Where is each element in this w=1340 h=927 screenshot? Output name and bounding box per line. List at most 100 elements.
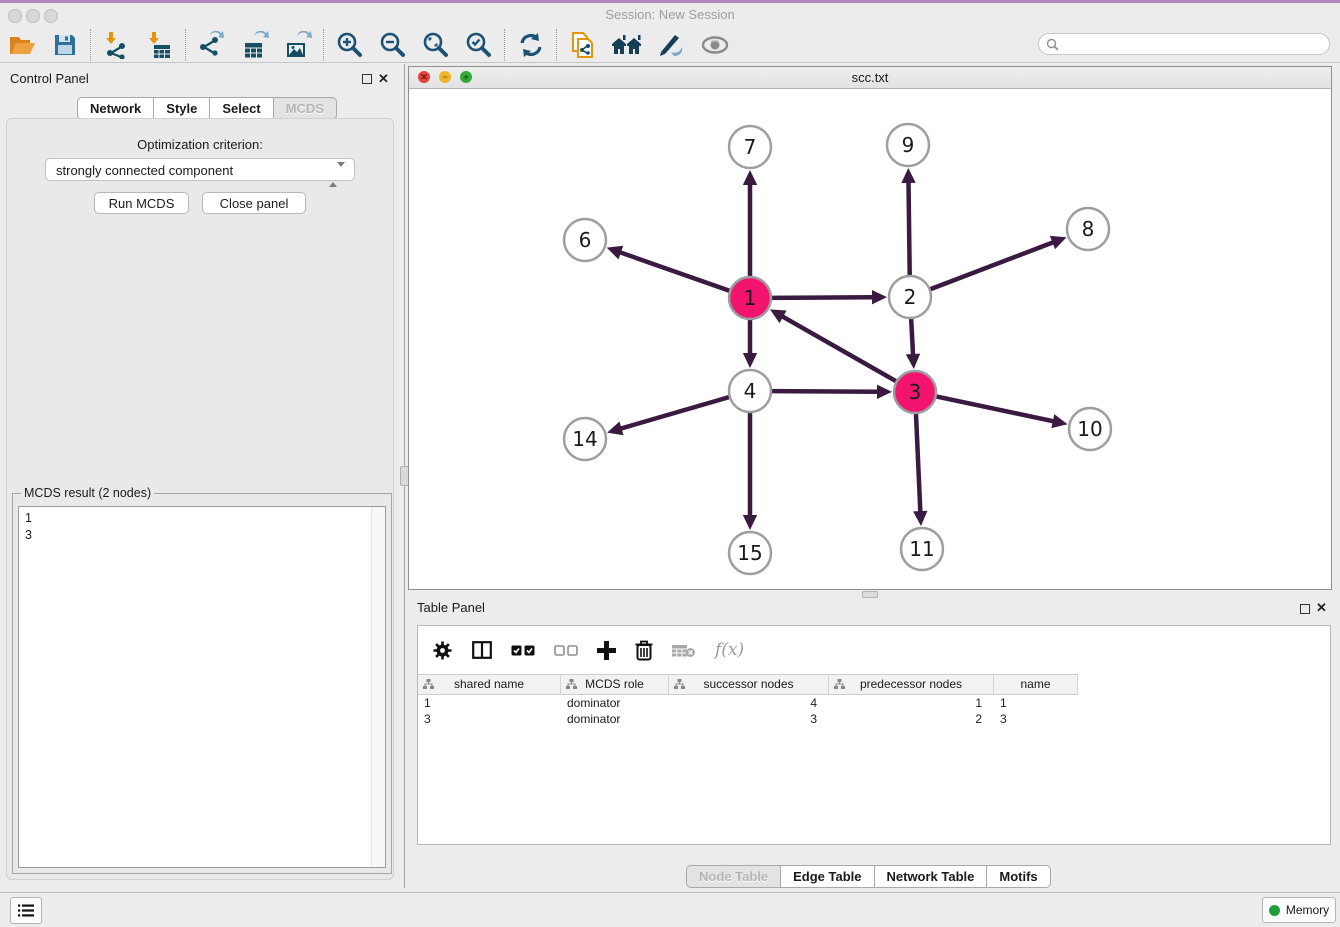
cell-predecessor-nodes[interactable]: 2 — [829, 711, 994, 727]
graph-node-11[interactable]: 11 — [901, 528, 943, 570]
network-frame-titlebar[interactable]: ✕ − + scc.txt — [409, 67, 1331, 89]
delete-table-button[interactable] — [672, 643, 696, 658]
frame-maximize-button[interactable]: + — [460, 71, 472, 83]
open-folder-button[interactable] — [5, 30, 39, 60]
memory-button[interactable]: Memory — [1262, 897, 1336, 923]
graph-edge-3-10[interactable] — [936, 396, 1068, 428]
graph-edge-3-1[interactable] — [770, 309, 897, 381]
graph-edge-2-3[interactable] — [906, 318, 920, 369]
tab-network[interactable]: Network — [77, 97, 154, 120]
control-panel-float-button[interactable] — [362, 74, 372, 84]
tab-mcds[interactable]: MCDS — [274, 97, 337, 120]
graph-edge-1-4[interactable] — [743, 319, 757, 368]
cell-shared-name[interactable]: 3 — [418, 711, 561, 727]
table-row[interactable]: 1dominator411 — [418, 695, 1078, 711]
save-button[interactable] — [48, 30, 82, 60]
houses-icon — [611, 32, 643, 58]
import-table-button[interactable] — [143, 30, 177, 60]
zoom-selected-button[interactable] — [462, 30, 496, 60]
task-history-button[interactable] — [10, 897, 42, 924]
window-minimize-button[interactable] — [26, 9, 40, 23]
graph-edge-4-3[interactable] — [771, 385, 892, 399]
graph-node-2[interactable]: 2 — [889, 276, 931, 318]
memory-status-icon — [1269, 905, 1280, 916]
zoom-out-button[interactable] — [376, 30, 410, 60]
graph-node-14[interactable]: 14 — [564, 418, 606, 460]
table-panel-close-button[interactable]: ✕ — [1316, 602, 1327, 614]
tab-style[interactable]: Style — [154, 97, 210, 120]
zoom-in-button[interactable] — [333, 30, 367, 60]
refresh-button[interactable] — [514, 30, 548, 60]
result-scrollbar[interactable] — [371, 507, 385, 867]
graph-edge-3-11[interactable] — [913, 413, 927, 526]
graph-node-8[interactable]: 8 — [1067, 208, 1109, 250]
cell-successor-nodes[interactable]: 4 — [669, 695, 829, 711]
eye-button[interactable] — [698, 30, 732, 60]
select-all-button[interactable] — [511, 645, 535, 656]
graph-node-7[interactable]: 7 — [729, 126, 771, 168]
graph-node-9[interactable]: 9 — [887, 124, 929, 166]
table-row[interactable]: 3dominator323 — [418, 711, 1078, 727]
zoom-fit-button[interactable] — [419, 30, 453, 60]
frame-minimize-button[interactable]: − — [439, 71, 451, 83]
mcds-result-area[interactable]: 1 3 — [18, 506, 386, 868]
split-view-button[interactable] — [472, 641, 492, 659]
graph-edge-4-14[interactable] — [607, 397, 730, 435]
function-button[interactable]: f(x) — [715, 640, 744, 660]
export-image-button[interactable] — [281, 30, 315, 60]
cell-shared-name[interactable]: 1 — [418, 695, 561, 711]
graph-edge-1-2[interactable] — [771, 290, 887, 304]
criterion-select[interactable]: strongly connected component — [45, 158, 355, 181]
graph-edge-2-8[interactable] — [930, 236, 1067, 290]
tab-edge-table[interactable]: Edge Table — [781, 865, 874, 888]
cell-name[interactable]: 3 — [994, 711, 1078, 727]
tab-motifs[interactable]: Motifs — [987, 865, 1050, 888]
control-panel-close-button[interactable]: ✕ — [378, 73, 389, 85]
network-graph[interactable]: 7 9 6 8 1 2 4 3 14 10 15 11 — [409, 89, 1331, 590]
add-button[interactable] — [597, 641, 616, 660]
graph-node-10[interactable]: 10 — [1069, 408, 1111, 450]
close-panel-button[interactable]: Close panel — [202, 192, 306, 214]
tab-select[interactable]: Select — [210, 97, 273, 120]
graph-node-1[interactable]: 1 — [729, 277, 771, 319]
trash-button[interactable] — [635, 640, 653, 661]
select-stepper-icon — [329, 163, 345, 186]
tab-network-table[interactable]: Network Table — [875, 865, 988, 888]
column-header-successor-nodes[interactable]: successor nodes — [669, 675, 829, 694]
export-network-button[interactable] — [195, 30, 229, 60]
copy-network-button[interactable] — [566, 30, 600, 60]
cell-predecessor-nodes[interactable]: 1 — [829, 695, 994, 711]
tab-node-table[interactable]: Node Table — [686, 865, 781, 888]
svg-text:14: 14 — [572, 427, 597, 451]
svg-text:11: 11 — [909, 537, 934, 561]
cell-name[interactable]: 1 — [994, 695, 1078, 711]
column-header-shared-name[interactable]: shared name — [418, 675, 561, 694]
graph-edge-2-9[interactable] — [901, 168, 915, 276]
graph-node-4[interactable]: 4 — [729, 370, 771, 412]
horizontal-split-grip[interactable] — [862, 591, 878, 598]
graph-edge-1-7[interactable] — [743, 170, 757, 277]
paintbrush-button[interactable] — [654, 30, 688, 60]
window-close-button[interactable] — [8, 9, 22, 23]
window-zoom-button[interactable] — [44, 9, 58, 23]
graph-node-6[interactable]: 6 — [564, 219, 606, 261]
cell-mcds-role[interactable]: dominator — [561, 711, 669, 727]
graph-edge-4-15[interactable] — [743, 412, 757, 530]
run-mcds-button[interactable]: Run MCDS — [94, 192, 189, 214]
frame-close-button[interactable]: ✕ — [418, 71, 430, 83]
graph-node-15[interactable]: 15 — [729, 532, 771, 574]
cell-mcds-role[interactable]: dominator — [561, 695, 669, 711]
houses-button[interactable] — [610, 30, 644, 60]
table-panel-float-button[interactable] — [1300, 604, 1310, 614]
column-header-mcds-role[interactable]: MCDS role — [561, 675, 669, 694]
graph-edge-1-6[interactable] — [607, 246, 730, 291]
deselect-all-button[interactable] — [554, 645, 578, 656]
import-network-button[interactable] — [100, 30, 134, 60]
gear-button[interactable] — [432, 640, 453, 661]
graph-node-3[interactable]: 3 — [894, 371, 936, 413]
cell-successor-nodes[interactable]: 3 — [669, 711, 829, 727]
column-header-name[interactable]: name — [994, 675, 1078, 694]
search-field[interactable] — [1038, 33, 1330, 55]
column-header-predecessor-nodes[interactable]: predecessor nodes — [829, 675, 994, 694]
export-table-button[interactable] — [238, 30, 272, 60]
